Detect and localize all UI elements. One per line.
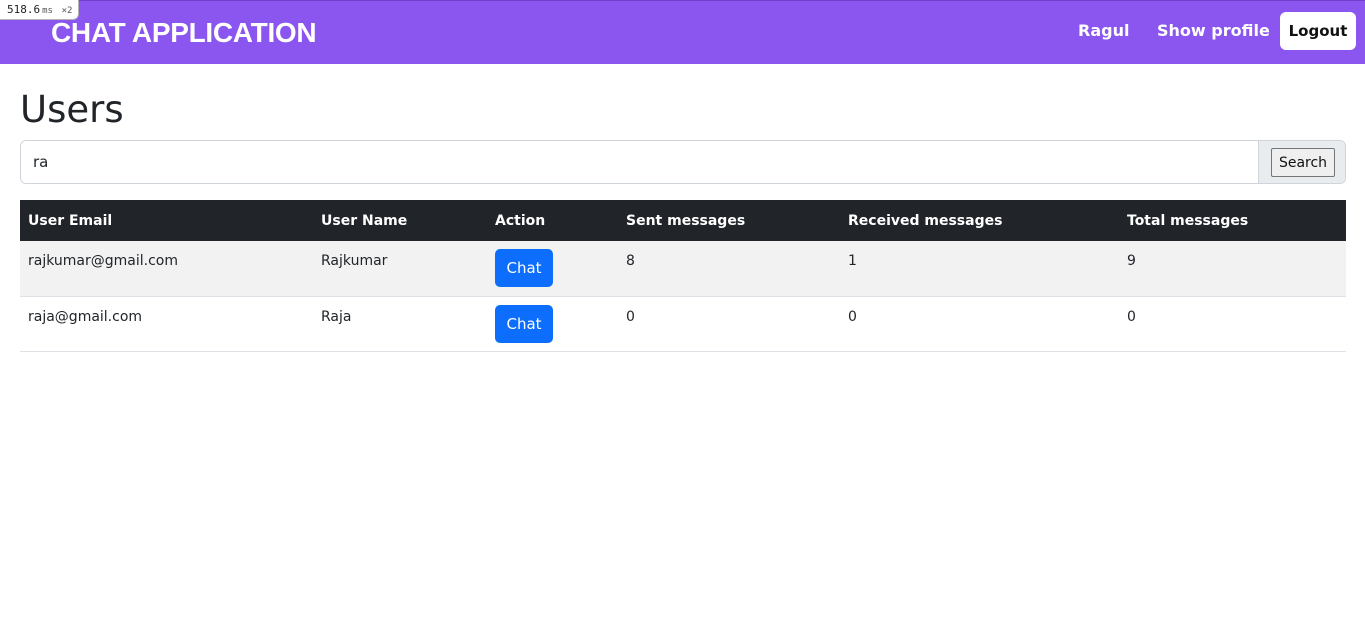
nav-user-name[interactable]: Ragul bbox=[1078, 21, 1129, 40]
cell-sent: 0 bbox=[618, 296, 840, 352]
app-brand[interactable]: CHAT APPLICATION bbox=[51, 17, 321, 49]
nav-show-profile-link[interactable]: Show profile bbox=[1157, 21, 1270, 40]
header-total-messages: Total messages bbox=[1119, 200, 1346, 241]
cell-sent: 8 bbox=[618, 241, 840, 297]
table-row: raja@gmail.com Raja Chat 0 0 0 bbox=[20, 296, 1346, 352]
cell-action: Chat bbox=[487, 241, 618, 297]
cell-email: raja@gmail.com bbox=[20, 296, 313, 352]
search-input[interactable] bbox=[21, 141, 1258, 183]
cell-received: 0 bbox=[840, 296, 1119, 352]
cell-name: Rajkumar bbox=[313, 241, 487, 297]
cell-name: Raja bbox=[313, 296, 487, 352]
cell-email: rajkumar@gmail.com bbox=[20, 241, 313, 297]
perf-timer-multiplier: ×2 bbox=[61, 6, 73, 16]
perf-timer-badge: 518.6 ms ×2 bbox=[0, 0, 80, 20]
page-title: Users bbox=[20, 88, 124, 131]
logout-button[interactable]: Logout bbox=[1280, 12, 1356, 50]
header-sent-messages: Sent messages bbox=[618, 200, 840, 241]
top-navbar: CHAT APPLICATION Ragul Show profile Logo… bbox=[0, 0, 1365, 64]
search-addon: Search bbox=[1258, 141, 1345, 183]
header-user-email: User Email bbox=[20, 200, 313, 241]
chat-button[interactable]: Chat bbox=[495, 249, 553, 287]
header-user-name: User Name bbox=[313, 200, 487, 241]
users-table: User Email User Name Action Sent message… bbox=[20, 200, 1346, 352]
search-button[interactable]: Search bbox=[1271, 148, 1335, 177]
table-row: rajkumar@gmail.com Rajkumar Chat 8 1 9 bbox=[20, 241, 1346, 297]
header-received-messages: Received messages bbox=[840, 200, 1119, 241]
cell-total: 9 bbox=[1119, 241, 1346, 297]
header-action: Action bbox=[487, 200, 618, 241]
perf-timer-unit: ms bbox=[42, 6, 53, 16]
table-header-row: User Email User Name Action Sent message… bbox=[20, 200, 1346, 241]
cell-received: 1 bbox=[840, 241, 1119, 297]
cell-total: 0 bbox=[1119, 296, 1346, 352]
chat-button[interactable]: Chat bbox=[495, 304, 553, 343]
cell-action: Chat bbox=[487, 296, 618, 352]
perf-timer-value: 518.6 bbox=[7, 3, 41, 16]
search-group: Search bbox=[20, 140, 1346, 184]
